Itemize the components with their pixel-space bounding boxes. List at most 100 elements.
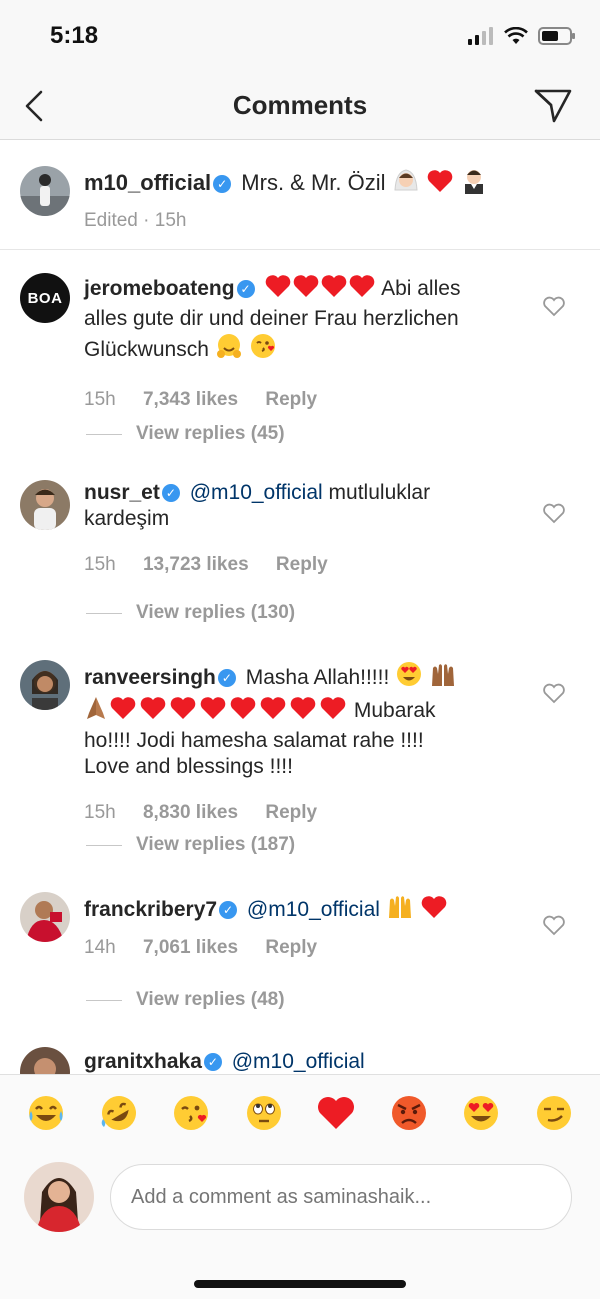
- battery-icon: [538, 27, 575, 45]
- view-replies-button[interactable]: View replies (130): [86, 602, 295, 624]
- verified-badge-icon: ✓: [217, 669, 236, 687]
- rolling-on-floor-laughing-icon[interactable]: [98, 1092, 140, 1134]
- comment-username[interactable]: jeromeboateng: [84, 277, 235, 300]
- heart-outline-icon[interactable]: [542, 914, 566, 936]
- comment-username[interactable]: granitxhaka: [84, 1050, 202, 1073]
- comment-time: 15h: [84, 554, 116, 575]
- mention-link[interactable]: @m10_official: [247, 898, 380, 921]
- divider: [86, 433, 122, 435]
- avatar[interactable]: [20, 892, 70, 942]
- angry-face-icon[interactable]: [388, 1092, 430, 1134]
- red-heart-icon: [138, 695, 168, 728]
- reply-button[interactable]: Reply: [276, 554, 328, 575]
- bride-emoji-icon: [392, 166, 420, 200]
- reply-button[interactable]: Reply: [265, 937, 317, 958]
- red-heart-icon: [258, 695, 288, 728]
- current-user-avatar[interactable]: [24, 1162, 94, 1232]
- comment-username[interactable]: franckribery7: [84, 898, 217, 921]
- divider: [86, 999, 122, 1001]
- status-time: 5:18: [50, 22, 99, 49]
- comment-text: Love and blessings !!!!: [84, 755, 293, 778]
- raising-hands-icon: [386, 892, 414, 927]
- view-replies-button[interactable]: View replies (45): [86, 423, 285, 445]
- red-heart-icon: [318, 695, 348, 728]
- share-button[interactable]: [532, 86, 574, 126]
- comment-time: 15h: [84, 802, 116, 823]
- mention-link[interactable]: @m10_official: [232, 1050, 365, 1073]
- like-count[interactable]: 7,343 likes: [143, 389, 238, 410]
- red-heart-icon: [198, 695, 228, 728]
- verified-badge-icon: ✓: [161, 484, 180, 502]
- nav-bar: Comments: [0, 72, 600, 140]
- red-heart-icon[interactable]: [315, 1092, 357, 1134]
- comment-username[interactable]: ranveersingh: [84, 666, 216, 689]
- view-replies-label: View replies (48): [136, 989, 285, 1010]
- comment-item: BOA jeromeboateng ✓ Abi alles alles gute …: [0, 273, 600, 463]
- divider: [86, 844, 122, 846]
- raising-hands-icon: [429, 660, 457, 695]
- face-blowing-kiss-icon: [249, 332, 277, 367]
- comment-time: 14h: [84, 937, 116, 958]
- caption-username[interactable]: m10_official: [84, 170, 211, 195]
- avatar-ranveersingh-image: [20, 660, 70, 710]
- paper-plane-icon: [534, 89, 572, 123]
- red-heart-icon: [348, 273, 376, 306]
- wifi-icon: [504, 27, 528, 44]
- divider: [86, 612, 122, 614]
- avatar[interactable]: [20, 1047, 70, 1074]
- comment-text: alles gute dir und deiner Frau herzliche…: [84, 307, 459, 330]
- comment-item: ranveersingh ✓ Masha Allah!!!!! Mubarak h…: [0, 660, 600, 860]
- page-title: Comments: [232, 90, 368, 120]
- status-icons: [468, 26, 576, 46]
- verified-badge-icon: ✓: [236, 280, 255, 298]
- red-heart-icon: [292, 273, 320, 306]
- view-replies-label: View replies (45): [136, 423, 285, 444]
- comment-text: kardeşim: [84, 507, 170, 530]
- smirking-face-icon[interactable]: [533, 1092, 575, 1134]
- heart-outline-icon[interactable]: [542, 682, 566, 704]
- avatar[interactable]: BOA: [20, 273, 70, 323]
- comment-composer: [0, 1150, 600, 1299]
- reply-button[interactable]: Reply: [265, 389, 317, 410]
- avatar-current-user-image: [24, 1162, 94, 1232]
- face-blowing-kiss-icon[interactable]: [170, 1092, 212, 1134]
- avatar[interactable]: [20, 166, 70, 216]
- folded-hands-icon: [84, 695, 108, 728]
- comment-text: Masha Allah!!!!!: [245, 666, 390, 689]
- comment-input[interactable]: [110, 1164, 572, 1230]
- reply-button[interactable]: Reply: [265, 802, 317, 823]
- avatar-nusr-et-image: [20, 480, 70, 530]
- red-heart-icon: [288, 695, 318, 728]
- heart-outline-icon[interactable]: [542, 295, 566, 317]
- caption-text: Mrs. & Mr. Özil: [241, 170, 386, 195]
- post-caption: m10_official ✓ Mrs. & Mr. Özil Edited · 1…: [0, 140, 600, 250]
- comment-text: Mubarak: [353, 699, 436, 722]
- avatar[interactable]: [20, 480, 70, 530]
- home-indicator[interactable]: [194, 1280, 406, 1288]
- face-with-tears-of-joy-icon[interactable]: [25, 1092, 67, 1134]
- like-count[interactable]: 13,723 likes: [143, 554, 249, 575]
- face-with-rolling-eyes-icon[interactable]: [243, 1092, 285, 1134]
- verified-badge-icon: ✓: [203, 1053, 222, 1071]
- avatar-granitxhaka-image: [20, 1047, 70, 1074]
- heart-eyes-icon[interactable]: [460, 1092, 502, 1134]
- like-count[interactable]: 8,830 likes: [143, 802, 238, 823]
- comment-text: Glückwunsch: [84, 338, 209, 361]
- red-heart-icon: [264, 273, 292, 306]
- view-replies-button[interactable]: View replies (187): [86, 834, 295, 856]
- avatar[interactable]: [20, 660, 70, 710]
- red-heart-icon: [420, 894, 448, 927]
- comment-item: nusr_et ✓ @m10_official mutluluklar karde…: [0, 480, 600, 640]
- view-replies-label: View replies (187): [136, 834, 296, 855]
- hugging-face-icon: [215, 332, 243, 367]
- view-replies-button[interactable]: View replies (48): [86, 989, 285, 1011]
- comment-text: Abi alles: [381, 277, 461, 300]
- heart-outline-icon[interactable]: [542, 502, 566, 524]
- signal-icon: [468, 27, 493, 45]
- comment-username[interactable]: nusr_et: [84, 481, 160, 504]
- mention-link[interactable]: @m10_official: [190, 481, 323, 504]
- emoji-quick-bar: [0, 1074, 600, 1150]
- like-count[interactable]: 7,061 likes: [143, 937, 238, 958]
- red-heart-icon: [108, 695, 138, 728]
- comment-item: franckribery7 ✓ @m10_official 14h 7,061 l…: [0, 892, 600, 1022]
